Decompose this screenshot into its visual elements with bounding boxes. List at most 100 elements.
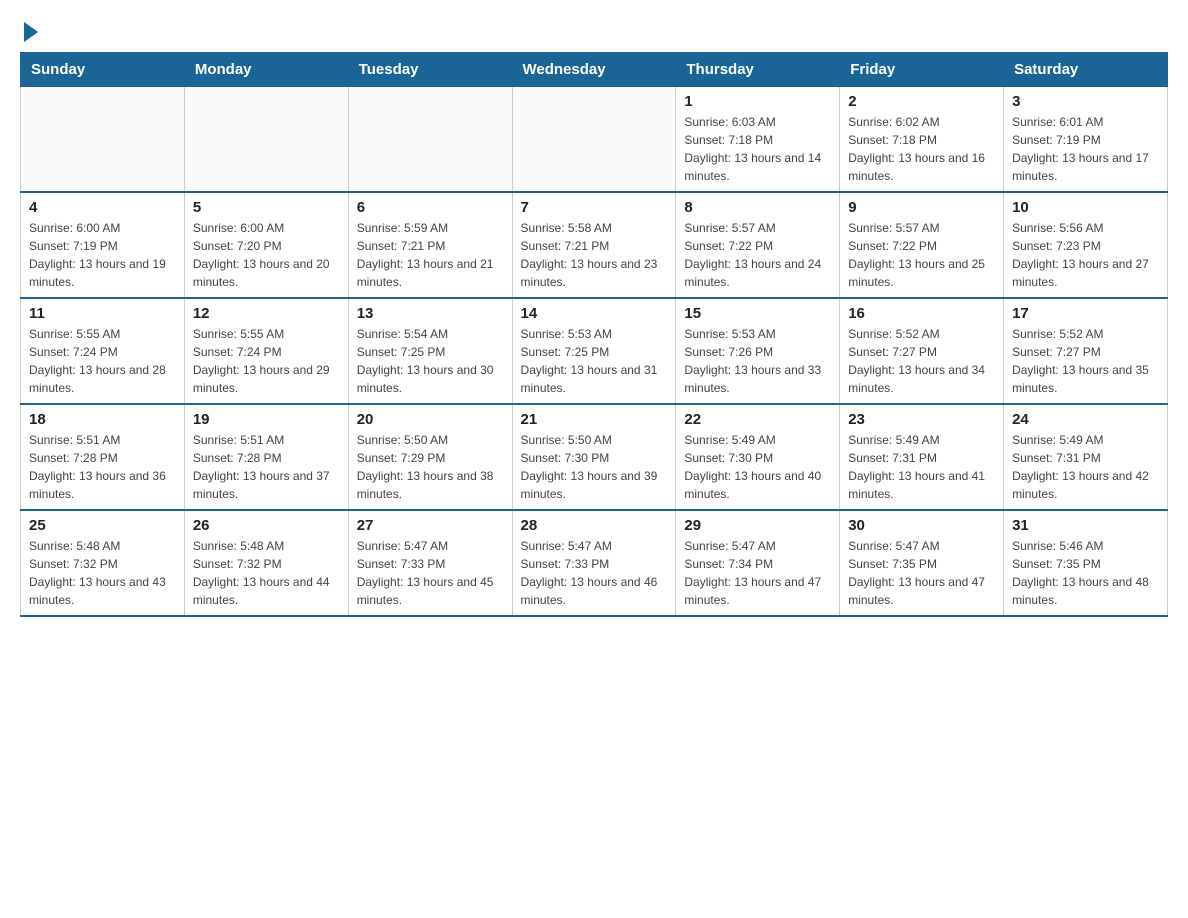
calendar-cell: 1 Sunrise: 6:03 AM Sunset: 7:18 PM Daylig…	[676, 87, 840, 193]
calendar-cell: 12Sunrise: 5:55 AM Sunset: 7:24 PM Dayli…	[184, 298, 348, 404]
day-info: Sunrise: 5:52 AM Sunset: 7:27 PM Dayligh…	[848, 325, 995, 397]
day-number: 5	[193, 199, 340, 216]
calendar-cell: 23Sunrise: 5:49 AM Sunset: 7:31 PM Dayli…	[840, 404, 1004, 510]
day-info: Sunrise: 6:00 AM Sunset: 7:19 PM Dayligh…	[29, 219, 176, 291]
calendar-cell: 5Sunrise: 6:00 AM Sunset: 7:20 PM Daylig…	[184, 192, 348, 298]
day-number: 27	[357, 517, 504, 534]
day-number: 8	[684, 199, 831, 216]
day-number: 29	[684, 517, 831, 534]
calendar-week-row: 1 Sunrise: 6:03 AM Sunset: 7:18 PM Daylig…	[21, 87, 1168, 193]
day-info: Sunrise: 5:49 AM Sunset: 7:31 PM Dayligh…	[848, 431, 995, 503]
calendar-table: SundayMondayTuesdayWednesdayThursdayFrid…	[20, 52, 1168, 617]
calendar-week-row: 11 Sunrise: 5:55 AM Sunset: 7:24 PM Dayli…	[21, 298, 1168, 404]
calendar-cell: 29 Sunrise: 5:47 AM Sunset: 7:34 PM Dayli…	[676, 510, 840, 616]
calendar-cell: 9 Sunrise: 5:57 AM Sunset: 7:22 PM Daylig…	[840, 192, 1004, 298]
calendar-cell: 10 Sunrise: 5:56 AM Sunset: 7:23 PM Dayli…	[1004, 192, 1168, 298]
day-info: Sunrise: 5:54 AM Sunset: 7:25 PM Dayligh…	[357, 325, 504, 397]
day-info: Sunrise: 5:51 AM Sunset: 7:28 PM Dayligh…	[29, 431, 176, 503]
day-number: 22	[684, 411, 831, 428]
calendar-week-row: 4 Sunrise: 6:00 AM Sunset: 7:19 PM Daylig…	[21, 192, 1168, 298]
calendar-cell: 22 Sunrise: 5:49 AM Sunset: 7:30 PM Dayli…	[676, 404, 840, 510]
day-info: Sunrise: 5:49 AM Sunset: 7:30 PM Dayligh…	[684, 431, 831, 503]
calendar-cell: 30 Sunrise: 5:47 AM Sunset: 7:35 PM Dayli…	[840, 510, 1004, 616]
day-info: Sunrise: 6:03 AM Sunset: 7:18 PM Dayligh…	[684, 113, 831, 185]
logo-arrow-icon	[24, 22, 38, 42]
day-number: 30	[848, 517, 995, 534]
day-number: 6	[357, 199, 504, 216]
day-info: Sunrise: 5:59 AM Sunset: 7:21 PM Dayligh…	[357, 219, 504, 291]
day-info: Sunrise: 5:47 AM Sunset: 7:33 PM Dayligh…	[357, 537, 504, 609]
calendar-cell: 16Sunrise: 5:52 AM Sunset: 7:27 PM Dayli…	[840, 298, 1004, 404]
day-header-tuesday: Tuesday	[348, 53, 512, 87]
day-info: Sunrise: 5:47 AM Sunset: 7:34 PM Dayligh…	[684, 537, 831, 609]
day-number: 9	[848, 199, 995, 216]
calendar-cell	[512, 87, 676, 193]
day-number: 15	[684, 305, 831, 322]
day-info: Sunrise: 5:57 AM Sunset: 7:22 PM Dayligh…	[684, 219, 831, 291]
calendar-cell: 6 Sunrise: 5:59 AM Sunset: 7:21 PM Daylig…	[348, 192, 512, 298]
day-info: Sunrise: 5:52 AM Sunset: 7:27 PM Dayligh…	[1012, 325, 1159, 397]
calendar-cell	[21, 87, 185, 193]
day-number: 31	[1012, 517, 1159, 534]
calendar-cell: 2 Sunrise: 6:02 AM Sunset: 7:18 PM Daylig…	[840, 87, 1004, 193]
day-number: 21	[521, 411, 668, 428]
calendar-cell: 17 Sunrise: 5:52 AM Sunset: 7:27 PM Dayli…	[1004, 298, 1168, 404]
day-info: Sunrise: 5:58 AM Sunset: 7:21 PM Dayligh…	[521, 219, 668, 291]
day-number: 10	[1012, 199, 1159, 216]
day-header-monday: Monday	[184, 53, 348, 87]
day-number: 18	[29, 411, 176, 428]
day-info: Sunrise: 5:47 AM Sunset: 7:35 PM Dayligh…	[848, 537, 995, 609]
day-number: 2	[848, 93, 995, 110]
calendar-cell: 24 Sunrise: 5:49 AM Sunset: 7:31 PM Dayli…	[1004, 404, 1168, 510]
calendar-cell: 27 Sunrise: 5:47 AM Sunset: 7:33 PM Dayli…	[348, 510, 512, 616]
day-number: 12	[193, 305, 340, 322]
day-info: Sunrise: 5:46 AM Sunset: 7:35 PM Dayligh…	[1012, 537, 1159, 609]
calendar-cell: 18 Sunrise: 5:51 AM Sunset: 7:28 PM Dayli…	[21, 404, 185, 510]
calendar-cell	[348, 87, 512, 193]
calendar-cell: 14 Sunrise: 5:53 AM Sunset: 7:25 PM Dayli…	[512, 298, 676, 404]
day-number: 1	[684, 93, 831, 110]
day-number: 11	[29, 305, 176, 322]
page-header	[20, 20, 1168, 42]
calendar-cell: 25Sunrise: 5:48 AM Sunset: 7:32 PM Dayli…	[21, 510, 185, 616]
calendar-header-row: SundayMondayTuesdayWednesdayThursdayFrid…	[21, 53, 1168, 87]
day-header-sunday: Sunday	[21, 53, 185, 87]
day-number: 25	[29, 517, 176, 534]
day-number: 19	[193, 411, 340, 428]
calendar-cell: 19 Sunrise: 5:51 AM Sunset: 7:28 PM Dayli…	[184, 404, 348, 510]
calendar-cell: 13Sunrise: 5:54 AM Sunset: 7:25 PM Dayli…	[348, 298, 512, 404]
day-number: 7	[521, 199, 668, 216]
calendar-cell: 4 Sunrise: 6:00 AM Sunset: 7:19 PM Daylig…	[21, 192, 185, 298]
calendar-cell: 15Sunrise: 5:53 AM Sunset: 7:26 PM Dayli…	[676, 298, 840, 404]
day-info: Sunrise: 5:56 AM Sunset: 7:23 PM Dayligh…	[1012, 219, 1159, 291]
day-info: Sunrise: 6:01 AM Sunset: 7:19 PM Dayligh…	[1012, 113, 1159, 185]
calendar-week-row: 25Sunrise: 5:48 AM Sunset: 7:32 PM Dayli…	[21, 510, 1168, 616]
day-info: Sunrise: 5:53 AM Sunset: 7:25 PM Dayligh…	[521, 325, 668, 397]
calendar-cell: 20 Sunrise: 5:50 AM Sunset: 7:29 PM Dayli…	[348, 404, 512, 510]
day-number: 4	[29, 199, 176, 216]
day-info: Sunrise: 5:49 AM Sunset: 7:31 PM Dayligh…	[1012, 431, 1159, 503]
day-number: 14	[521, 305, 668, 322]
calendar-cell: 26Sunrise: 5:48 AM Sunset: 7:32 PM Dayli…	[184, 510, 348, 616]
day-info: Sunrise: 5:57 AM Sunset: 7:22 PM Dayligh…	[848, 219, 995, 291]
day-info: Sunrise: 5:55 AM Sunset: 7:24 PM Dayligh…	[29, 325, 176, 397]
day-header-friday: Friday	[840, 53, 1004, 87]
day-number: 26	[193, 517, 340, 534]
calendar-cell: 28 Sunrise: 5:47 AM Sunset: 7:33 PM Dayli…	[512, 510, 676, 616]
day-number: 20	[357, 411, 504, 428]
day-number: 3	[1012, 93, 1159, 110]
day-number: 24	[1012, 411, 1159, 428]
day-info: Sunrise: 6:02 AM Sunset: 7:18 PM Dayligh…	[848, 113, 995, 185]
day-info: Sunrise: 5:47 AM Sunset: 7:33 PM Dayligh…	[521, 537, 668, 609]
calendar-cell: 31 Sunrise: 5:46 AM Sunset: 7:35 PM Dayli…	[1004, 510, 1168, 616]
calendar-week-row: 18 Sunrise: 5:51 AM Sunset: 7:28 PM Dayli…	[21, 404, 1168, 510]
calendar-cell: 11 Sunrise: 5:55 AM Sunset: 7:24 PM Dayli…	[21, 298, 185, 404]
day-header-thursday: Thursday	[676, 53, 840, 87]
day-number: 28	[521, 517, 668, 534]
day-number: 17	[1012, 305, 1159, 322]
calendar-cell: 8 Sunrise: 5:57 AM Sunset: 7:22 PM Daylig…	[676, 192, 840, 298]
calendar-cell	[184, 87, 348, 193]
day-info: Sunrise: 5:51 AM Sunset: 7:28 PM Dayligh…	[193, 431, 340, 503]
day-header-wednesday: Wednesday	[512, 53, 676, 87]
day-info: Sunrise: 5:50 AM Sunset: 7:29 PM Dayligh…	[357, 431, 504, 503]
